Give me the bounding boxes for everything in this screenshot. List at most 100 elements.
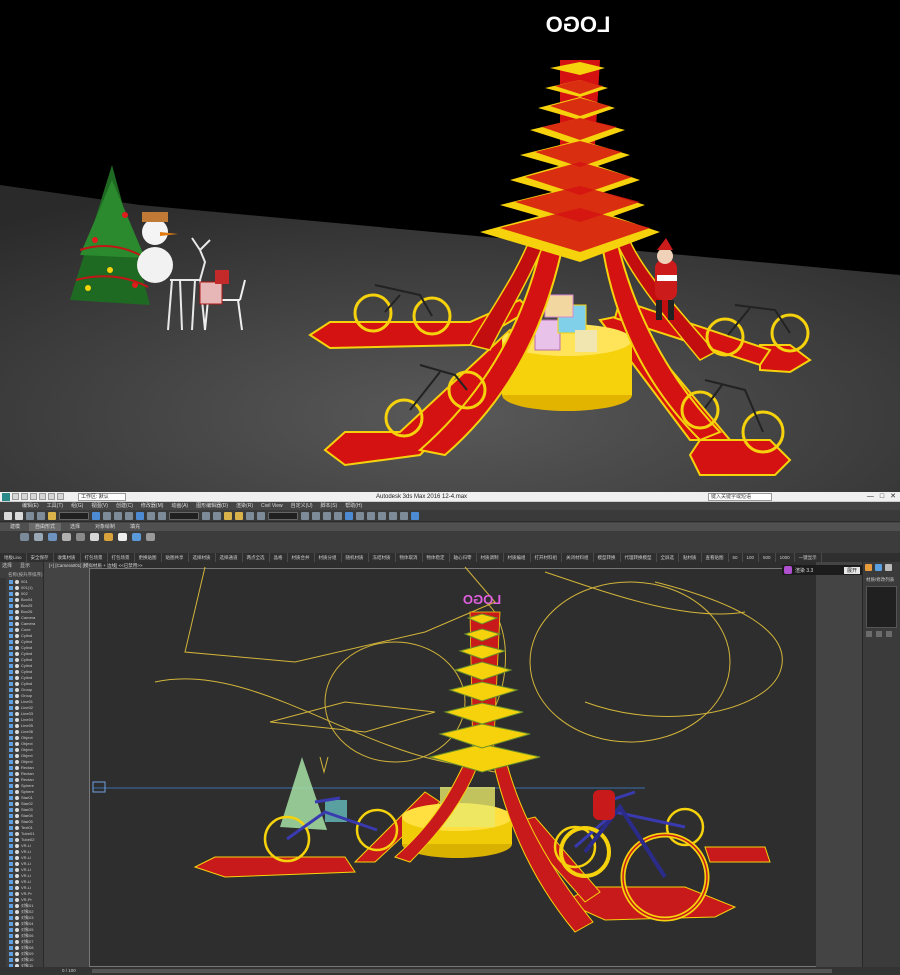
plugin-button[interactable]: 打包场景 xyxy=(81,553,108,562)
visibility-eye-icon[interactable] xyxy=(15,910,19,914)
render-production-icon[interactable] xyxy=(389,512,397,520)
visibility-eye-icon[interactable] xyxy=(15,946,19,950)
plugin-button[interactable]: 收集材质 xyxy=(54,553,81,562)
undo-tool-icon[interactable] xyxy=(4,512,12,520)
workspace-dropdown[interactable]: 工作区: 默认 xyxy=(78,493,126,501)
search-input[interactable]: 键入关键字或短语 xyxy=(708,493,772,501)
align-icon[interactable] xyxy=(312,512,320,520)
menu-scripting[interactable]: 脚本(S) xyxy=(321,502,338,510)
tab-object-paint[interactable]: 对象绘制 xyxy=(89,523,121,531)
ribbon-tool-icon[interactable] xyxy=(34,533,43,541)
window-crossing-icon[interactable] xyxy=(125,512,133,520)
tab-freeform[interactable]: 自由形式 xyxy=(29,523,62,531)
visibility-eye-icon[interactable] xyxy=(15,718,19,722)
redo-tool-icon[interactable] xyxy=(15,512,23,520)
visibility-eye-icon[interactable] xyxy=(15,886,19,890)
plugin-button[interactable]: 50 xyxy=(729,553,743,562)
visibility-eye-icon[interactable] xyxy=(15,934,19,938)
snap-toggle-icon[interactable] xyxy=(224,512,232,520)
scene-explorer-column-header[interactable]: 名称(按升序排序) xyxy=(0,571,43,579)
menu-rendering[interactable]: 渲染(R) xyxy=(236,502,253,510)
save-file-icon[interactable] xyxy=(30,493,37,500)
plugin-button[interactable]: 贴图共享 xyxy=(162,553,189,562)
visibility-eye-icon[interactable] xyxy=(15,862,19,866)
plugin-button[interactable]: 安全保存 xyxy=(27,553,54,562)
plugin-button[interactable]: 代理转换模型 xyxy=(621,553,657,562)
material-editor-icon[interactable] xyxy=(356,512,364,520)
curve-editor-icon[interactable] xyxy=(334,512,342,520)
visibility-eye-icon[interactable] xyxy=(15,622,19,626)
plugin-button[interactable]: 500 xyxy=(759,553,776,562)
scale-icon[interactable] xyxy=(158,512,166,520)
visibility-eye-icon[interactable] xyxy=(15,712,19,716)
visibility-eye-icon[interactable] xyxy=(15,724,19,728)
plugin-button[interactable]: 选择通道 xyxy=(216,553,243,562)
visibility-eye-icon[interactable] xyxy=(15,808,19,812)
visibility-eye-icon[interactable] xyxy=(15,844,19,848)
close-button[interactable]: ✕ xyxy=(890,492,896,501)
menu-create[interactable]: 创建(C) xyxy=(116,502,133,510)
visibility-eye-icon[interactable] xyxy=(15,682,19,686)
visibility-eye-icon[interactable] xyxy=(15,742,19,746)
visibility-eye-icon[interactable] xyxy=(15,646,19,650)
select-by-name-icon[interactable] xyxy=(103,512,111,520)
ribbon-tool-icon[interactable] xyxy=(146,533,155,541)
visibility-eye-icon[interactable] xyxy=(15,670,19,674)
modify-panel-icon[interactable] xyxy=(875,564,882,571)
maximize-button[interactable]: □ xyxy=(880,492,884,501)
visibility-eye-icon[interactable] xyxy=(15,664,19,668)
visibility-eye-icon[interactable] xyxy=(15,700,19,704)
visibility-eye-icon[interactable] xyxy=(15,850,19,854)
project-folder-icon[interactable] xyxy=(57,493,64,500)
bind-space-warp-icon[interactable] xyxy=(48,512,56,520)
app-icon[interactable] xyxy=(2,493,10,501)
plugin-button[interactable]: 物体取消 xyxy=(396,553,423,562)
plugin-button[interactable]: 选择材质 xyxy=(189,553,216,562)
visibility-eye-icon[interactable] xyxy=(15,754,19,758)
ribbon-tool-icon[interactable] xyxy=(118,533,127,541)
visibility-eye-icon[interactable] xyxy=(15,694,19,698)
new-file-icon[interactable] xyxy=(12,493,19,500)
visibility-eye-icon[interactable] xyxy=(15,706,19,710)
schematic-view-icon[interactable] xyxy=(345,512,353,520)
minimize-button[interactable]: — xyxy=(867,492,874,501)
layer-explorer-icon[interactable] xyxy=(323,512,331,520)
visibility-eye-icon[interactable] xyxy=(15,790,19,794)
visibility-eye-icon[interactable] xyxy=(15,952,19,956)
visibility-eye-icon[interactable] xyxy=(15,880,19,884)
visibility-eye-icon[interactable] xyxy=(15,802,19,806)
plugin-button[interactable]: 地板Lino xyxy=(0,553,27,562)
plugin-button[interactable]: 打开材料组 xyxy=(531,553,563,562)
undo-icon[interactable] xyxy=(39,493,46,500)
link-icon[interactable] xyxy=(26,512,34,520)
plugin-button[interactable]: 关闭材料组 xyxy=(562,553,594,562)
visibility-eye-icon[interactable] xyxy=(15,904,19,908)
visibility-eye-icon[interactable] xyxy=(15,616,19,620)
camera-viewport[interactable]: LOGO [+] [Camera001] [模拟材质 + 边线] <<已禁用>> xyxy=(45,562,816,967)
time-slider[interactable] xyxy=(92,969,832,973)
visibility-eye-icon[interactable] xyxy=(15,928,19,932)
hierarchy-panel-icon[interactable] xyxy=(885,564,892,571)
menu-tools[interactable]: 工具(T) xyxy=(47,502,63,510)
visibility-eye-icon[interactable] xyxy=(15,760,19,764)
named-selection-dropdown[interactable] xyxy=(268,512,298,520)
visibility-eye-icon[interactable] xyxy=(15,838,19,842)
render-iterative-icon[interactable] xyxy=(400,512,408,520)
plugin-button[interactable]: 1000 xyxy=(776,553,795,562)
plugin-button[interactable]: 材质编组 xyxy=(504,553,531,562)
visibility-eye-icon[interactable] xyxy=(15,580,19,584)
select-manipulate-icon[interactable] xyxy=(213,512,221,520)
visibility-eye-icon[interactable] xyxy=(15,748,19,752)
visibility-eye-icon[interactable] xyxy=(15,874,19,878)
plugin-button[interactable]: 打包场景 xyxy=(108,553,135,562)
selection-filter-dropdown[interactable] xyxy=(59,512,89,520)
tab-selection[interactable]: 选择 xyxy=(64,523,86,531)
ribbon-tool-icon[interactable] xyxy=(20,533,29,541)
visibility-eye-icon[interactable] xyxy=(15,814,19,818)
angle-snap-icon[interactable] xyxy=(235,512,243,520)
menu-civil-view[interactable]: Civil View xyxy=(261,502,283,510)
visibility-eye-icon[interactable] xyxy=(15,604,19,608)
pin-stack-icon[interactable] xyxy=(866,631,872,637)
menu-edit[interactable]: 编辑(E) xyxy=(22,502,39,510)
plugin-button[interactable]: 全屏选 xyxy=(657,553,680,562)
